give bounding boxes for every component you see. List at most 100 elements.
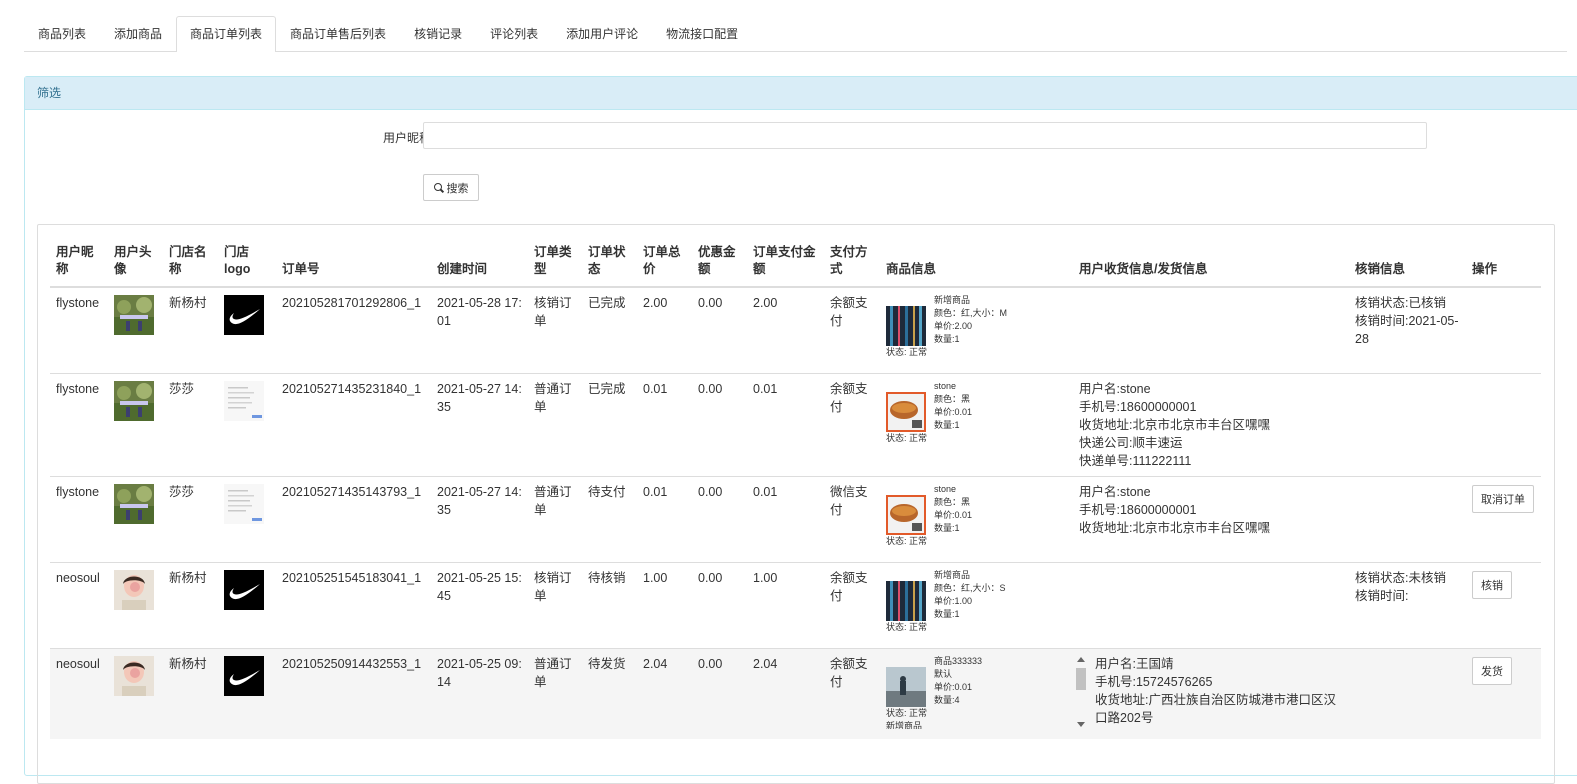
cell-status: 待核销	[582, 561, 637, 648]
cell-status: 待发货	[582, 647, 637, 739]
tab-comments[interactable]: 评论列表	[476, 16, 552, 51]
verify-time: 核销时间:	[1355, 588, 1409, 603]
cell-created: 2021-05-28 17:01	[431, 286, 528, 373]
cell-nick: neosoul	[50, 647, 108, 739]
orders-table: 用户昵称 用户头像 门店名称 门店logo 订单号 创建时间 订单类型 订单状态…	[50, 240, 1541, 739]
avatar	[114, 569, 154, 610]
scroll-up-icon[interactable]	[1077, 656, 1085, 662]
cell-order-no: 202105250914432553_1	[276, 647, 431, 739]
col-verify: 核销信息	[1349, 240, 1466, 288]
cell-discount: 0.00	[692, 475, 747, 562]
verify-button[interactable]: 核销	[1472, 570, 1512, 599]
scroll-thumb[interactable]	[1076, 667, 1086, 690]
cell-avatar	[108, 647, 163, 739]
cell-verify: 核销状态:已核销 核销时间:2021-05-28	[1349, 286, 1466, 373]
ship-phone: 手机号:15724576265	[1095, 674, 1213, 689]
cell-store: 莎莎	[163, 475, 218, 562]
avatar	[114, 380, 154, 421]
ship-button[interactable]: 发货	[1472, 656, 1512, 685]
store-logo-document	[224, 483, 264, 524]
goods-thumbnail	[886, 580, 926, 621]
cell-discount: 0.00	[692, 561, 747, 648]
cell-pay-method: 微信支付	[824, 475, 880, 562]
cell-paid: 2.00	[747, 286, 824, 373]
ship-user: 用户名:王国靖	[1095, 656, 1174, 671]
cell-type: 普通订单	[528, 372, 582, 476]
search-icon	[433, 182, 444, 193]
cell-logo	[218, 647, 276, 739]
panel-title: 筛选	[25, 77, 1577, 110]
goods-state: 状态: 正常	[886, 621, 928, 632]
tab-logistics-config[interactable]: 物流接口配置	[652, 16, 752, 51]
cell-shipping: 用户名:王国靖 手机号:15724576265 收货地址:广西壮族自治区防城港市…	[1073, 647, 1349, 739]
col-avatar: 用户头像	[108, 240, 163, 288]
tab-add-goods[interactable]: 添加商品	[100, 16, 176, 51]
user-nick-input[interactable]	[423, 122, 1427, 149]
tab-goods-orders[interactable]: 商品订单列表	[176, 16, 277, 52]
cancel-order-button[interactable]: 取消订单	[1472, 484, 1534, 513]
ship-phone: 手机号:18600000001	[1079, 399, 1197, 414]
cell-logo	[218, 286, 276, 373]
tab-after-sales[interactable]: 商品订单售后列表	[276, 16, 400, 51]
cell-avatar	[108, 561, 163, 648]
cell-paid: 2.04	[747, 647, 824, 739]
tab-add-comment[interactable]: 添加用户评论	[552, 16, 652, 51]
cell-ops	[1466, 372, 1541, 476]
goods-scroll-area[interactable]: 商品333333 默认 单价:0.01 数量:4 状态: 正常 新增商品	[886, 655, 1067, 729]
goods-thumbnail	[886, 391, 926, 432]
cell-created: 2021-05-27 14:35	[431, 372, 528, 476]
cell-status: 待支付	[582, 475, 637, 562]
cell-shipping: 用户名:stone 手机号:18600000001 收货地址:北京市北京市丰台区…	[1073, 475, 1349, 562]
verify-time: 核销时间:2021-05-28	[1355, 314, 1459, 346]
goods-thumbnail	[886, 306, 926, 346]
cell-store: 新杨村	[163, 286, 218, 373]
tab-goods-list[interactable]: 商品列表	[24, 16, 100, 51]
store-logo-swoosh	[224, 295, 264, 335]
cell-total: 2.04	[637, 647, 692, 739]
tab-verify-records[interactable]: 核销记录	[400, 16, 476, 51]
store-logo-swoosh	[224, 569, 264, 610]
cell-order-no: 202105271435231840_1	[276, 372, 431, 476]
cell-ops: 取消订单	[1466, 475, 1541, 562]
search-button[interactable]: 搜索	[423, 174, 479, 201]
user-nick-label: 用户昵称	[382, 131, 431, 145]
cell-pay-method: 余额支付	[824, 372, 880, 476]
goods-state: 状态: 正常	[886, 347, 928, 357]
cell-order-no: 202105251545183041_1	[276, 561, 431, 648]
cell-goods: stone 颜色：黑 单价:0.01 数量:1 状态: 正常	[880, 372, 1073, 476]
cell-ops: 核销	[1466, 561, 1541, 648]
ship-user: 用户名:stone	[1079, 484, 1151, 499]
cell-shipping	[1073, 286, 1349, 373]
scroll-down-icon[interactable]	[1077, 721, 1085, 727]
cell-nick: flystone	[50, 286, 108, 373]
filter-panel: 筛选 用户昵称 搜索 用户昵称 用户头像 门店名称 门店logo 订单号 创建时…	[24, 76, 1577, 784]
goods-thumbnail	[886, 494, 926, 535]
goods-scrollbar[interactable]	[1075, 655, 1087, 729]
cell-status: 已完成	[582, 286, 637, 373]
cell-created: 2021-05-25 15:45	[431, 561, 528, 648]
cell-avatar	[108, 475, 163, 562]
cell-type: 核销订单	[528, 561, 582, 648]
col-pay-method: 支付方式	[824, 240, 880, 288]
cell-ops	[1466, 286, 1541, 373]
cell-verify	[1349, 372, 1466, 476]
cell-ops: 发货	[1466, 647, 1541, 739]
tab-bar: 商品列表 添加商品 商品订单列表 商品订单售后列表 核销记录 评论列表 添加用户…	[24, 16, 1567, 52]
cell-order-no: 202105281701292806_1	[276, 286, 431, 373]
col-status: 订单状态	[582, 240, 637, 288]
cell-pay-method: 余额支付	[824, 647, 880, 739]
cell-order-no: 202105271435143793_1	[276, 475, 431, 562]
ship-phone: 手机号:18600000001	[1079, 502, 1197, 517]
cell-verify: 核销状态:未核销 核销时间:	[1349, 561, 1466, 648]
col-goods: 商品信息	[880, 240, 1073, 288]
verify-status: 核销状态:已核销	[1355, 296, 1446, 310]
cell-verify	[1349, 647, 1466, 739]
cell-store: 新杨村	[163, 561, 218, 648]
goods-state: 状态: 正常	[886, 432, 928, 443]
avatar	[114, 483, 154, 524]
cell-goods: 商品333333 默认 单价:0.01 数量:4 状态: 正常 新增商品	[880, 647, 1086, 739]
ship-tracking: 快递单号:111222111	[1079, 453, 1192, 468]
cell-logo	[218, 475, 276, 562]
cell-type: 核销订单	[528, 286, 582, 373]
goods-thumbnail	[886, 666, 926, 707]
